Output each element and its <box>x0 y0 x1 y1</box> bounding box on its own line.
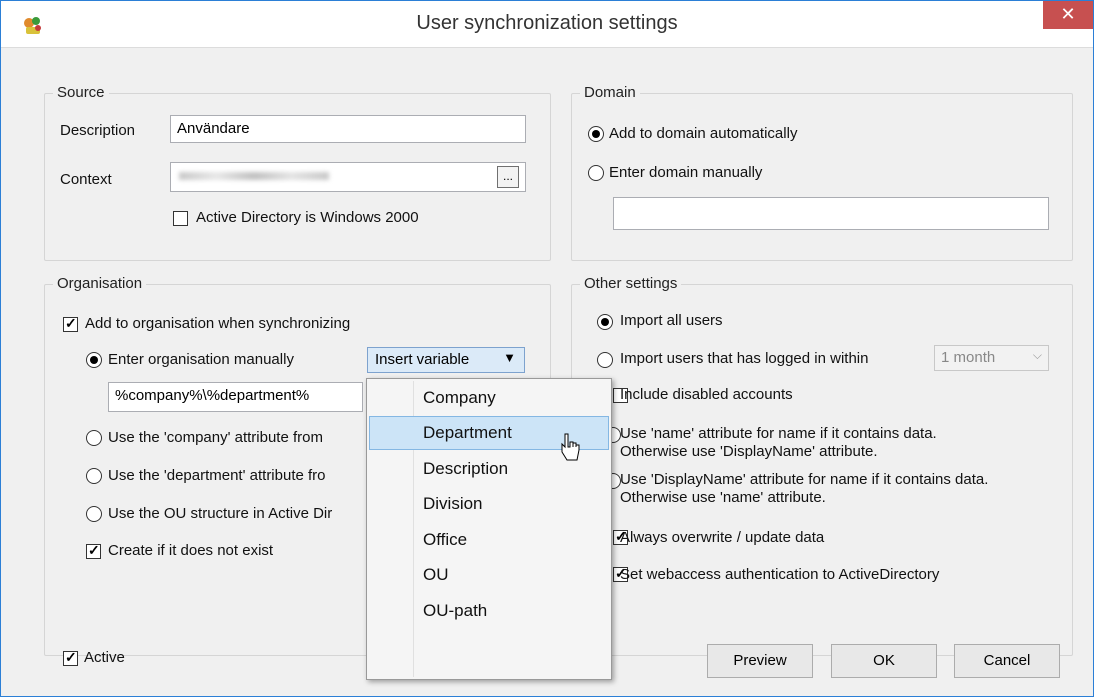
domain-manual-label: Enter domain manually <box>609 164 763 181</box>
overwrite-label: Always overwrite / update data <box>620 529 825 546</box>
menu-item-company[interactable]: Company <box>369 381 609 415</box>
displayname-attr-line1: Use 'DisplayName' attribute for name if … <box>620 471 989 488</box>
domain-auto-label: Add to domain automatically <box>609 125 798 142</box>
org-ou-structure-label: Use the OU structure in Active Dir <box>108 505 333 522</box>
domain-input[interactable] <box>613 197 1049 230</box>
window-title: User synchronization settings <box>416 12 678 34</box>
org-manual-radio[interactable] <box>86 352 102 368</box>
menu-item-ou[interactable]: OU <box>369 558 609 592</box>
org-company-attr-label: Use the 'company' attribute from <box>108 429 323 446</box>
import-all-radio[interactable] <box>597 314 613 330</box>
context-label: Context <box>60 171 112 188</box>
insert-variable-label: Insert variable <box>375 351 470 368</box>
add-to-org-checkbox[interactable] <box>63 315 78 332</box>
import-all-label: Import all users <box>620 312 723 329</box>
add-to-org-label: Add to organisation when synchronizing <box>85 315 351 332</box>
org-department-attr-radio[interactable] <box>86 468 102 484</box>
source-group: Source Description Användare Context ...… <box>44 84 551 261</box>
context-redacted-text <box>179 172 329 180</box>
include-disabled-label: Include disabled accounts <box>620 386 793 403</box>
cancel-button[interactable]: Cancel <box>954 644 1060 678</box>
org-manual-label: Enter organisation manually <box>108 351 294 368</box>
menu-item-office[interactable]: Office <box>369 523 609 557</box>
domain-manual-radio[interactable] <box>588 165 604 181</box>
description-input[interactable]: Användare <box>170 115 526 143</box>
preview-button[interactable]: Preview <box>707 644 813 678</box>
import-logged-label: Import users that has logged in within <box>620 350 869 367</box>
close-button[interactable]: ✕ <box>1043 1 1093 29</box>
org-ou-structure-radio[interactable] <box>86 506 102 522</box>
close-icon: ✕ <box>1060 4 1076 24</box>
other-settings-group-label: Other settings <box>580 275 682 292</box>
organisation-group-label: Organisation <box>53 275 147 292</box>
ad-win2000-label: Active Directory is Windows 2000 <box>196 209 419 226</box>
insert-variable-button[interactable]: Insert variable ▼ <box>367 347 525 373</box>
dialog-body: Source Description Användare Context ...… <box>1 48 1093 696</box>
domain-group-label: Domain <box>580 84 640 101</box>
webaccess-label: Set webaccess authentication to ActiveDi… <box>620 566 940 583</box>
org-department-attr-label: Use the 'department' attribute fro <box>108 467 326 484</box>
dialog-window: User synchronization settings ✕ Source D… <box>0 0 1094 697</box>
period-select[interactable]: 1 month ⌵ <box>934 345 1049 371</box>
name-attr-line1: Use 'name' attribute for name if it cont… <box>620 425 937 442</box>
other-settings-group: Other settings Import all users Import u… <box>571 275 1073 656</box>
context-browse-button[interactable]: ... <box>497 166 519 188</box>
domain-auto-radio[interactable] <box>588 126 604 142</box>
active-label: Active <box>84 649 125 666</box>
name-attr-line2: Otherwise use 'DisplayName' attribute. <box>620 443 878 460</box>
menu-item-ou-path[interactable]: OU-path <box>369 594 609 628</box>
domain-group: Domain Add to domain automatically Enter… <box>571 84 1073 261</box>
menu-item-division[interactable]: Division <box>369 487 609 521</box>
context-input[interactable]: ... <box>170 162 526 192</box>
period-value: 1 month <box>941 349 996 366</box>
source-group-label: Source <box>53 84 109 101</box>
chevron-down-icon: ⌵ <box>1032 348 1042 362</box>
ok-button[interactable]: OK <box>831 644 937 678</box>
insert-variable-menu: Company Department Description Division … <box>366 378 612 680</box>
chevron-down-icon: ▼ <box>503 350 516 365</box>
org-path-input[interactable]: %company%\%department% <box>108 382 363 412</box>
displayname-attr-line2: Otherwise use 'name' attribute. <box>620 489 826 506</box>
import-logged-radio[interactable] <box>597 352 613 368</box>
create-if-missing-checkbox[interactable] <box>86 542 101 559</box>
title-bar[interactable]: User synchronization settings ✕ <box>1 1 1093 48</box>
description-label: Description <box>60 122 136 139</box>
create-if-missing-label: Create if it does not exist <box>108 542 274 559</box>
ad-win2000-checkbox[interactable] <box>173 211 188 226</box>
org-company-attr-radio[interactable] <box>86 430 102 446</box>
active-checkbox[interactable] <box>63 649 78 666</box>
mouse-pointer-icon <box>561 433 580 461</box>
